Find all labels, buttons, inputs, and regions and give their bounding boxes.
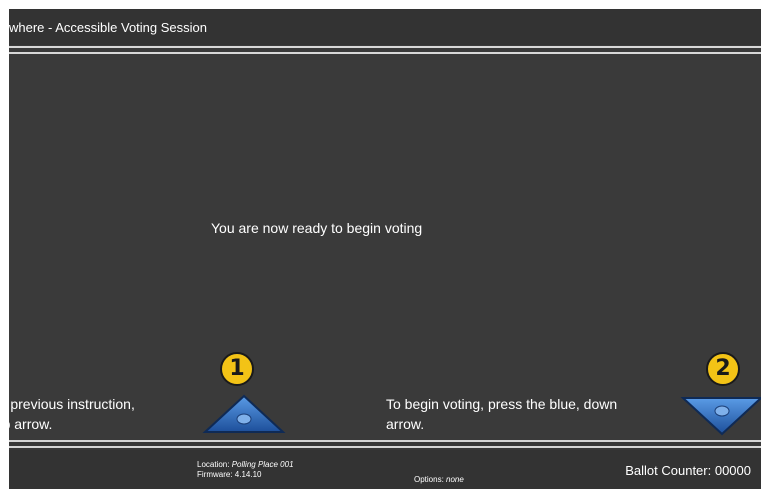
- options-label: Options:: [414, 475, 444, 484]
- footer-divider-top: [9, 440, 761, 442]
- location-label: Location:: [197, 460, 230, 469]
- firmware-value: 4.14.10: [234, 470, 262, 479]
- begin-instruction-line-2: arrow.: [386, 416, 425, 432]
- up-arrow-icon[interactable]: [201, 392, 287, 438]
- title-bar: where - Accessible Voting Session: [9, 9, 761, 45]
- firmware-label: Firmware:: [197, 470, 233, 479]
- location-value: Polling Place 001: [231, 460, 294, 469]
- options-value: none: [446, 475, 464, 484]
- location-info: Location: Polling Place 001: [197, 460, 294, 470]
- ready-message: You are now ready to begin voting: [211, 220, 423, 236]
- previous-instruction-line-1: the previous instruction,: [9, 396, 135, 412]
- voting-screen: where - Accessible Voting Session You ar…: [9, 9, 761, 489]
- ballot-counter: Ballot Counter: 00000: [625, 463, 751, 478]
- previous-instruction-line-2: , up arrow.: [9, 416, 53, 432]
- status-footer: ] Location: Polling Place 001 Firmware: …: [9, 450, 761, 489]
- options-info: Options: none: [414, 475, 464, 485]
- previous-instruction-text: the previous instruction, , up arrow.: [9, 394, 187, 434]
- footer-divider-bottom: [9, 446, 761, 448]
- step-badge-1: 1: [220, 352, 254, 386]
- step-badge-2: 2: [706, 352, 740, 386]
- header-divider-bottom: [9, 52, 761, 54]
- begin-instruction-line-1: To begin voting, press the blue, down: [386, 396, 618, 412]
- header-divider-top: [9, 46, 761, 48]
- begin-voting-instruction: To begin voting, press the blue, down ar…: [386, 394, 686, 434]
- down-arrow-icon[interactable]: [679, 392, 761, 438]
- session-title: where - Accessible Voting Session: [9, 20, 207, 35]
- firmware-info: Firmware: 4.14.10: [197, 470, 262, 480]
